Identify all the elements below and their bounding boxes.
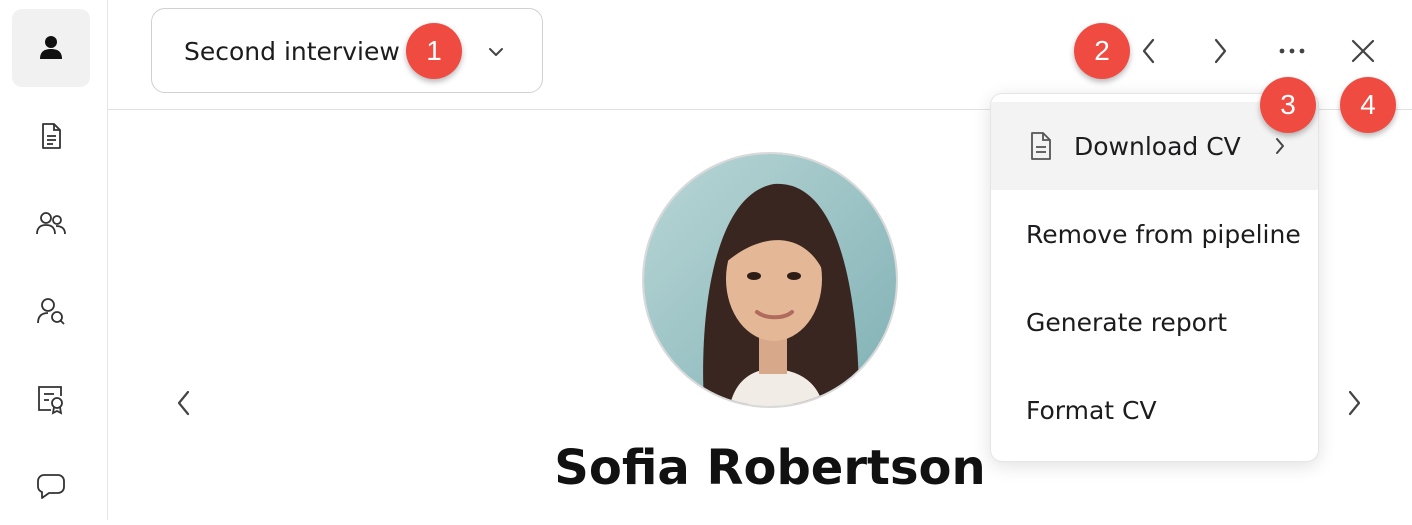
previous-candidate-button[interactable] — [1131, 30, 1167, 72]
menu-item-generate-report[interactable]: Generate report — [991, 278, 1318, 366]
close-icon — [1351, 39, 1375, 63]
annotation-badge: 2 — [1074, 23, 1130, 79]
chevron-right-icon — [1348, 390, 1361, 416]
person-search-icon — [37, 298, 65, 325]
menu-item-label: Remove from pipeline — [1026, 219, 1301, 249]
certificate-icon — [38, 386, 63, 415]
next-candidate-button[interactable] — [1202, 30, 1238, 72]
menu-item-format-cv[interactable]: Format CV — [991, 366, 1318, 454]
annotation-badge: 1 — [406, 23, 462, 79]
more-options-menu: Download CV Remove from pipeline Generat… — [990, 93, 1319, 462]
sidebar-item-messages[interactable] — [12, 447, 90, 525]
sidebar-item-profile[interactable] — [12, 9, 90, 87]
menu-item-label: Download CV — [1074, 131, 1241, 161]
chevron-down-icon — [489, 48, 503, 56]
person-icon — [40, 36, 62, 59]
document-icon — [1031, 132, 1051, 160]
more-options-button[interactable] — [1272, 36, 1312, 66]
chevron-right-icon — [1276, 138, 1284, 154]
sidebar-item-certificates[interactable] — [12, 360, 90, 438]
annotation-badge: 4 — [1340, 77, 1396, 133]
profile-next-button[interactable] — [1338, 382, 1370, 424]
chevron-left-icon — [177, 390, 190, 416]
menu-item-label: Generate report — [1026, 307, 1228, 337]
candidate-name: Sofia Robertson — [554, 440, 986, 496]
avatar — [642, 152, 898, 408]
chevron-left-icon — [1142, 38, 1155, 64]
sidebar — [0, 0, 108, 520]
menu-item-remove-from-pipeline[interactable]: Remove from pipeline — [991, 190, 1318, 278]
people-icon — [36, 212, 66, 235]
chat-bubble-icon — [37, 474, 65, 499]
ellipsis-icon — [1279, 48, 1305, 54]
stage-label: Second interview — [184, 37, 400, 66]
menu-item-label: Format CV — [1026, 395, 1157, 425]
sidebar-item-documents[interactable] — [12, 97, 90, 175]
close-button[interactable] — [1344, 32, 1382, 70]
sidebar-item-search-people[interactable] — [12, 272, 90, 350]
document-icon — [42, 123, 61, 149]
stage-dropdown[interactable]: Second interview — [151, 8, 543, 93]
chevron-right-icon — [1214, 38, 1227, 64]
sidebar-item-people[interactable] — [12, 184, 90, 262]
annotation-badge: 3 — [1260, 77, 1316, 133]
profile-prev-button[interactable] — [168, 382, 200, 424]
